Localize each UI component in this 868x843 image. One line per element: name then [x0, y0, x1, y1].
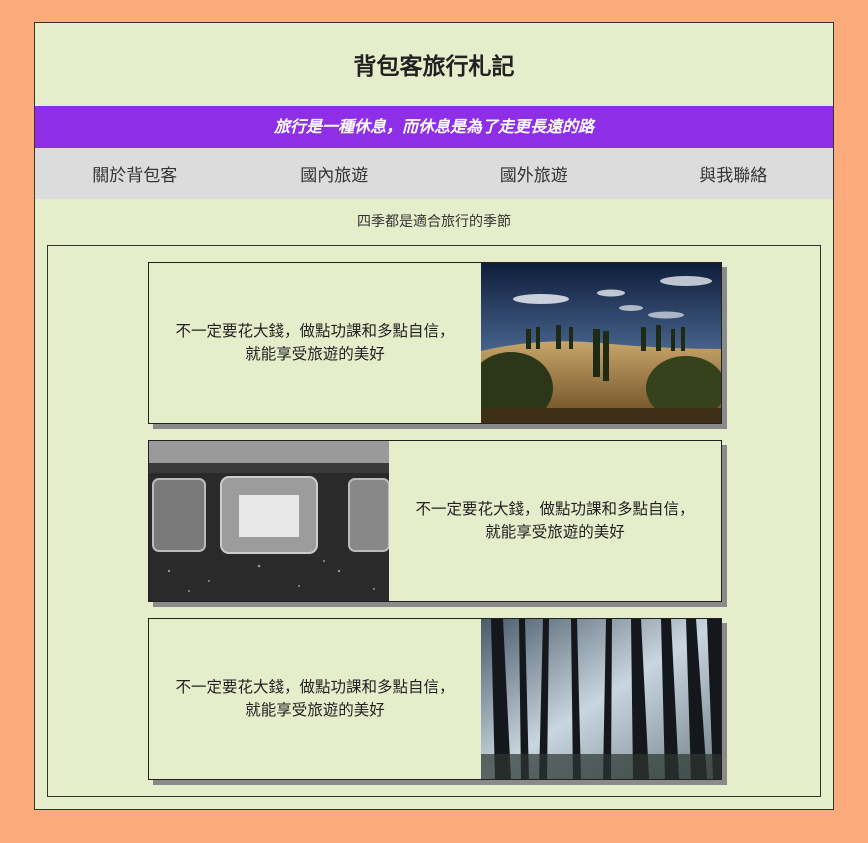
nav-item-domestic-travel[interactable]: 國內旅遊 [235, 161, 435, 186]
card-text-line: 就能享受旅遊的美好 [485, 523, 625, 541]
travel-card: 不一定要花大錢，做點功課和多點自信， 就能享受旅遊的美好 [148, 440, 722, 602]
card-text-line: 不一定要花大錢，做點功課和多點自信， [175, 678, 455, 696]
main-nav: 關於背包客 國內旅遊 國外旅遊 與我聯絡 [35, 148, 833, 199]
train-window-image [149, 441, 389, 601]
card-text-line: 不一定要花大錢，做點功課和多點自信， [175, 322, 455, 340]
nav-item-about[interactable]: 關於背包客 [35, 161, 235, 186]
site-title: 背包客旅行札記 [353, 54, 515, 80]
card-text-line: 就能享受旅遊的美好 [245, 701, 385, 719]
forest-image [481, 619, 721, 779]
card-text: 不一定要花大錢，做點功課和多點自信， 就能享受旅遊的美好 [149, 619, 481, 779]
card-text-line: 就能享受旅遊的美好 [245, 345, 385, 363]
card-text: 不一定要花大錢，做點功課和多點自信， 就能享受旅遊的美好 [149, 263, 481, 423]
page-container: 背包客旅行札記 旅行是一種休息，而休息是為了走更長遠的路 關於背包客 國內旅遊 … [34, 22, 834, 810]
travel-card: 不一定要花大錢，做點功課和多點自信， 就能享受旅遊的美好 [148, 618, 722, 780]
section-subtitle: 四季都是適合旅行的季節 [357, 214, 511, 230]
tuscany-landscape-image [481, 263, 721, 423]
nav-item-contact[interactable]: 與我聯絡 [634, 161, 834, 186]
slogan-banner: 旅行是一種休息，而休息是為了走更長遠的路 [35, 106, 833, 148]
card-text-line: 不一定要花大錢，做點功課和多點自信， [415, 500, 695, 518]
nav-item-international-travel[interactable]: 國外旅遊 [434, 161, 634, 186]
card-text: 不一定要花大錢，做點功課和多點自信， 就能享受旅遊的美好 [389, 441, 721, 601]
content-box: 不一定要花大錢，做點功課和多點自信， 就能享受旅遊的美好 不一定要花大錢，做點功… [47, 245, 821, 797]
travel-card: 不一定要花大錢，做點功課和多點自信， 就能享受旅遊的美好 [148, 262, 722, 424]
